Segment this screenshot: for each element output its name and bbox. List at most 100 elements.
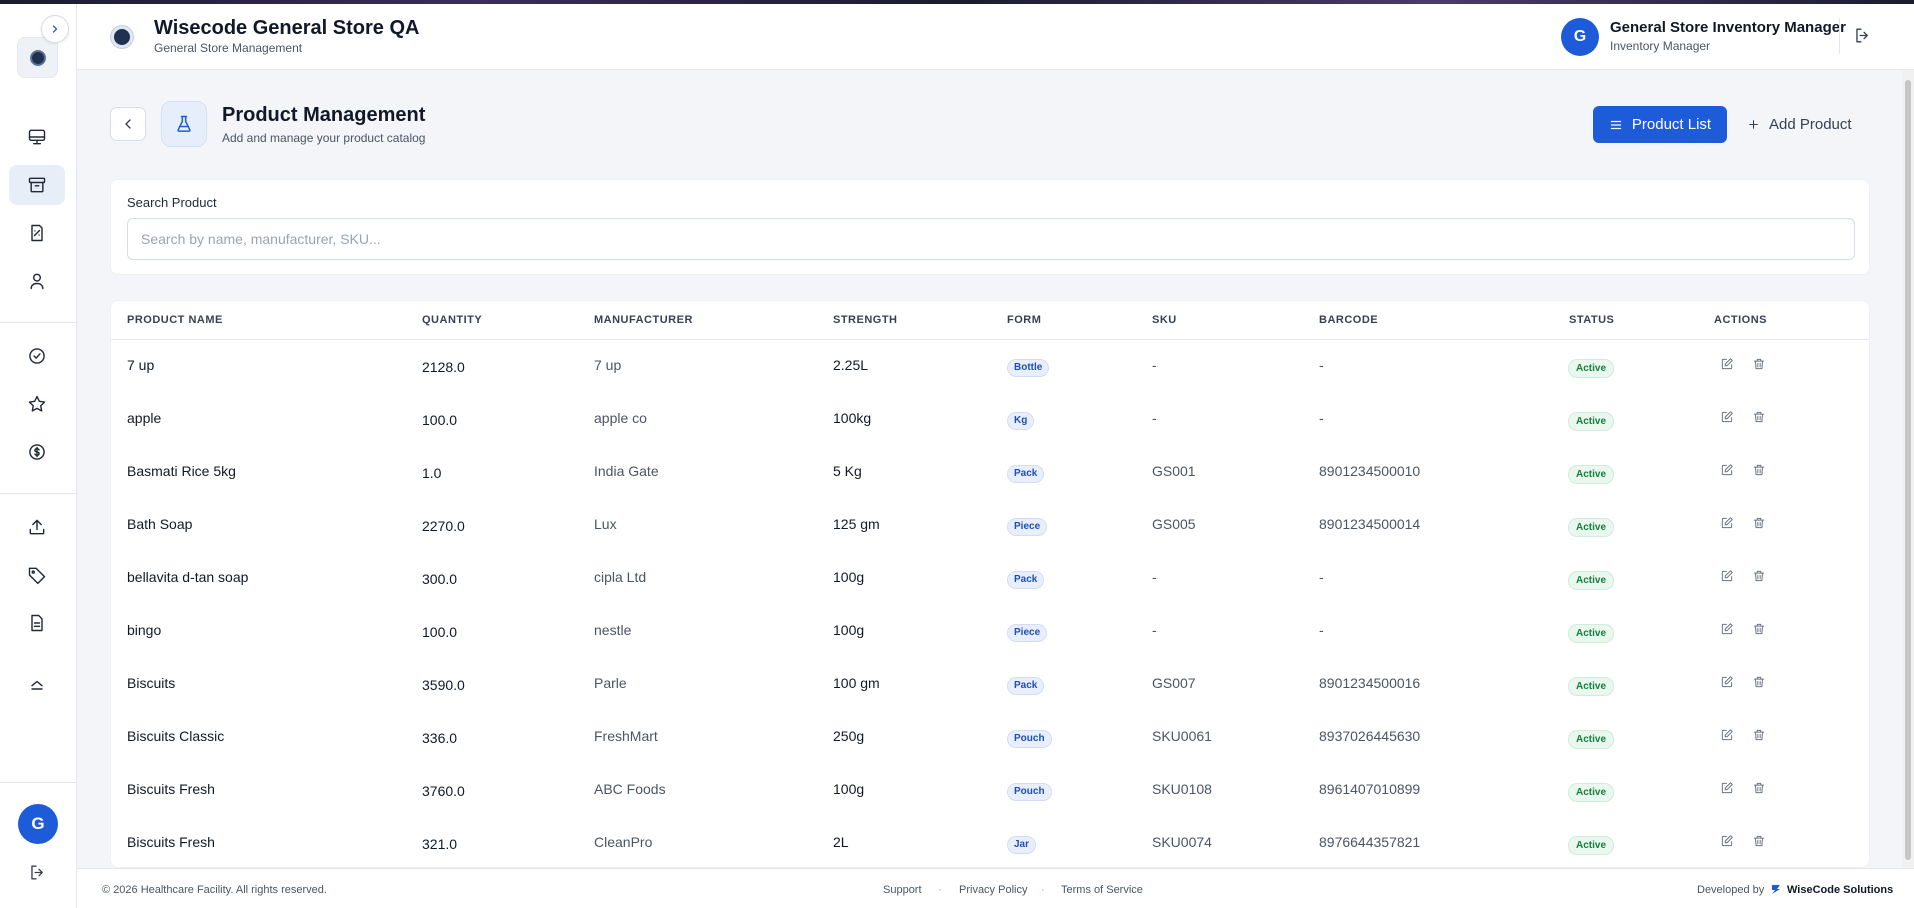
trash-icon [1753, 411, 1765, 423]
table-row[interactable]: 7 up 2128.0 7 up 2.25L Bottle - - Active [111, 340, 1869, 393]
scrollbar-thumb[interactable] [1905, 80, 1911, 860]
product-barcode: 8901234500016 [1319, 675, 1421, 691]
table-row[interactable]: Biscuits Classic 336.0 FreshMart 250g Pouch S… [111, 711, 1869, 764]
edit-button[interactable] [1720, 357, 1736, 373]
status-badge: Active [1568, 730, 1615, 749]
table-row[interactable]: Bath Soap 2270.0 Lux 125 gm Piece GS005 890123… [111, 499, 1869, 552]
delete-button[interactable] [1752, 781, 1768, 797]
trash-icon [1753, 676, 1765, 688]
product-manufacturer: cipla Ltd [594, 569, 647, 585]
edit-button[interactable] [1720, 728, 1736, 744]
app-subtitle: General Store Management [154, 41, 303, 55]
sidebar-divider [0, 322, 77, 323]
table-row[interactable]: Biscuits Fresh 321.0 CleanPro 2L Jar SKU0074 8… [111, 817, 1869, 867]
product-strength: 100g [833, 569, 865, 585]
delete-button[interactable] [1752, 834, 1768, 850]
edit-icon [1721, 411, 1733, 423]
page-icon [161, 101, 207, 147]
trash-icon [1753, 782, 1765, 794]
footer-copyright: © 2026 Healthcare Facility. All rights r… [102, 884, 327, 896]
product-strength: 100g [833, 781, 865, 797]
form-badge: Bottle [1007, 359, 1050, 377]
sidebar-item-favorites[interactable] [9, 384, 65, 424]
product-list-button[interactable]: Product List [1593, 106, 1727, 143]
table-row[interactable]: apple 100.0 apple co 100kg Kg - - Active [111, 393, 1869, 446]
sidebar-item-approvals[interactable] [9, 336, 65, 376]
column-header-product-name[interactable]: PRODUCT NAME [127, 314, 223, 326]
form-badge: Pack [1007, 677, 1045, 695]
sidebar-logout-button[interactable] [28, 863, 47, 887]
footer-privacy-link[interactable]: Privacy Policy [959, 884, 1027, 896]
sidebar-item-users[interactable] [9, 261, 65, 301]
sidebar-item-receipts[interactable] [9, 213, 65, 253]
column-header-quantity[interactable]: QUANTITY [422, 314, 482, 326]
column-header-status[interactable]: STATUS [1569, 314, 1614, 326]
add-product-button[interactable]: Add Product [1747, 106, 1857, 143]
status-badge: Active [1568, 677, 1615, 696]
product-strength: 5 Kg [833, 463, 862, 479]
sidebar-logo[interactable] [17, 37, 58, 78]
sidebar-toggle-button[interactable] [41, 15, 69, 43]
edit-icon [1721, 464, 1733, 476]
column-header-sku[interactable]: SKU [1152, 314, 1177, 326]
product-name: Biscuits Classic [127, 728, 225, 744]
column-header-form[interactable]: FORM [1007, 314, 1041, 326]
footer-support-link[interactable]: Support [883, 884, 922, 896]
product-strength: 2L [833, 834, 849, 850]
footer-terms-link[interactable]: Terms of Service [1061, 884, 1143, 896]
edit-button[interactable] [1720, 516, 1736, 532]
edit-button[interactable] [1720, 463, 1736, 479]
edit-button[interactable] [1720, 569, 1736, 585]
sidebar-item-products[interactable] [9, 165, 65, 205]
sidebar-item-collapse[interactable] [9, 664, 65, 704]
product-sku: - [1152, 357, 1157, 373]
top-stripe [0, 0, 1914, 4]
delete-button[interactable] [1752, 516, 1768, 532]
search-input[interactable] [127, 218, 1855, 260]
trash-icon [1753, 358, 1765, 370]
table-row[interactable]: Biscuits Fresh 3760.0 ABC Foods 100g Pouch SK… [111, 764, 1869, 817]
trash-icon [1753, 517, 1765, 529]
sidebar-item-upload[interactable] [9, 507, 65, 547]
sidebar-item-billing[interactable] [9, 432, 65, 472]
edit-button[interactable] [1720, 410, 1736, 426]
edit-button[interactable] [1720, 675, 1736, 691]
delete-button[interactable] [1752, 357, 1768, 373]
form-badge: Pouch [1007, 730, 1052, 748]
delete-button[interactable] [1752, 569, 1768, 585]
product-quantity: 3760.0 [422, 783, 465, 799]
sidebar-item-dashboard[interactable] [9, 117, 65, 157]
table-row[interactable]: Biscuits 3590.0 Parle 100 gm Pack GS007 890123… [111, 658, 1869, 711]
status-badge: Active [1568, 465, 1615, 484]
edit-button[interactable] [1720, 622, 1736, 638]
column-header-strength[interactable]: STRENGTH [833, 314, 898, 326]
sidebar-item-tags[interactable] [9, 555, 65, 595]
product-quantity: 2270.0 [422, 518, 465, 534]
edit-icon [1721, 570, 1733, 582]
column-header-manufacturer[interactable]: MANUFACTURER [594, 314, 693, 326]
edit-button[interactable] [1720, 834, 1736, 850]
table-row[interactable]: bingo 100.0 nestle 100g Piece - - Active [111, 605, 1869, 658]
footer-brand[interactable]: WiseCode Solutions [1787, 884, 1893, 896]
sidebar-item-reports[interactable] [9, 603, 65, 643]
edit-icon [1721, 835, 1733, 847]
product-name: Biscuits [127, 675, 176, 691]
sidebar-avatar[interactable]: G [18, 804, 58, 844]
back-button[interactable] [110, 107, 146, 141]
table-row[interactable]: bellavita d-tan soap 300.0 cipla Ltd 100g Pa… [111, 552, 1869, 605]
delete-button[interactable] [1752, 410, 1768, 426]
delete-button[interactable] [1752, 728, 1768, 744]
chevron-right-icon [52, 25, 58, 33]
delete-button[interactable] [1752, 463, 1768, 479]
header-logout-button[interactable] [1853, 26, 1872, 50]
table-row[interactable]: Basmati Rice 5kg 1.0 India Gate 5 Kg Pack GS0… [111, 446, 1869, 499]
column-header-barcode[interactable]: BARCODE [1319, 314, 1378, 326]
search-label: Search Product [127, 195, 217, 210]
product-name: bellavita d-tan soap [127, 569, 249, 585]
delete-button[interactable] [1752, 675, 1768, 691]
user-avatar[interactable]: G [1561, 18, 1599, 56]
edit-button[interactable] [1720, 781, 1736, 797]
edit-icon [1721, 517, 1733, 529]
delete-button[interactable] [1752, 622, 1768, 638]
top-header: Wisecode General Store QA General Store … [77, 0, 1914, 70]
